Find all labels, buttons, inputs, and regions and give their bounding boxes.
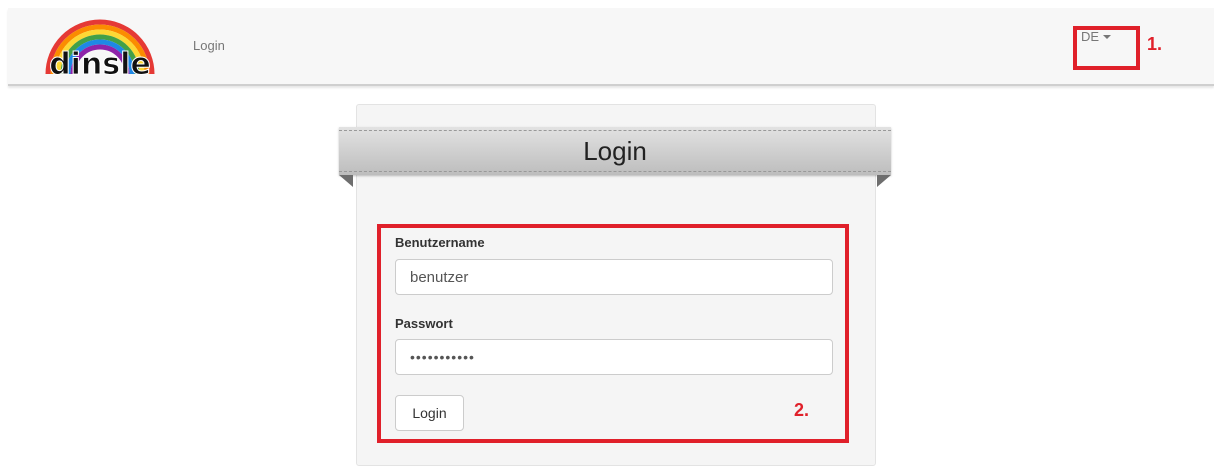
annotation-label-2: 2. [794,400,810,420]
annotation-box-1 [1073,26,1140,70]
ribbon-fold-right [877,175,891,187]
login-title-ribbon: Login [339,127,891,175]
nav-login-link[interactable]: Login [193,38,225,53]
brand-logo[interactable]: dinsle [42,18,158,76]
rainbow-logo-icon: dinsle [45,19,155,76]
logo-wordmark: dinsle [49,47,151,76]
ribbon-fold-left [339,175,353,187]
annotation-box-2 [377,224,849,443]
navbar: dinsle Login [8,8,1214,86]
login-title: Login [583,136,647,166]
annotation-label-1: 1. [1147,34,1163,54]
